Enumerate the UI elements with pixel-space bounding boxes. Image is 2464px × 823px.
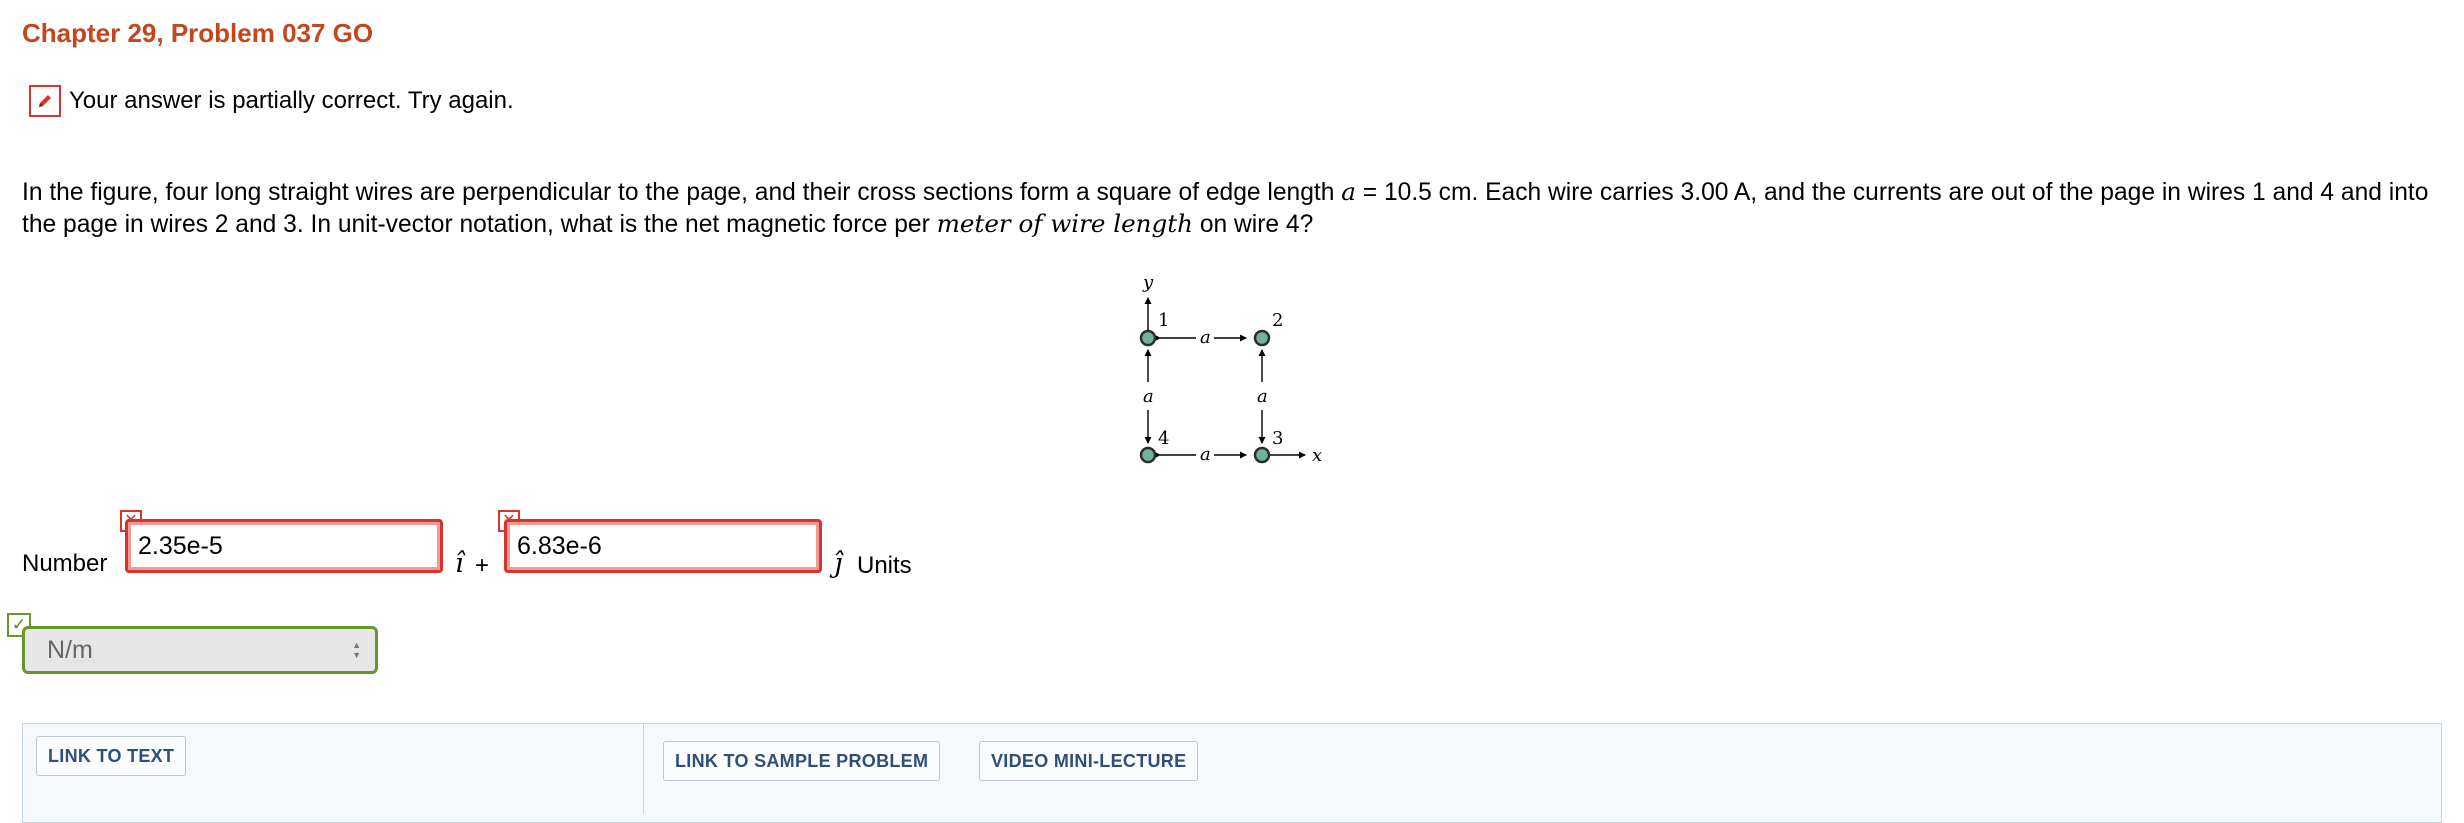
x-axis-label: x [1312,445,1322,466]
edge-length-variable: a [1341,177,1356,206]
answer-i-component-input[interactable] [125,519,443,573]
problem-emphasis: meter of wire length [936,209,1193,238]
edge-label-left: a [1143,386,1154,407]
resources-panel [22,723,2442,823]
y-axis-label: y [1142,272,1154,293]
j-hat-symbol: ĵ [834,548,843,579]
page-title: Chapter 29, Problem 037 GO [22,18,374,48]
link-to-text-button[interactable]: LINK TO TEXT [36,736,187,776]
problem-text-part-1: In the figure, four long straight wires … [22,179,1342,206]
wire-1-marker [1139,329,1157,347]
select-arrows-icon: ▲ ▼ [352,640,361,660]
wire-square-figure: y x a a a a 1 2 3 4 [1139,272,1322,466]
wire-label-3: 3 [1272,428,1283,449]
wire-label-1: 1 [1158,310,1169,331]
wire-4-marker [1139,446,1157,464]
panel-divider [643,723,644,813]
problem-text-part-3: on wire 4? [1192,211,1314,238]
number-label: Number [22,550,108,577]
answer-j-component-input[interactable] [504,519,822,573]
wire-3-marker [1253,446,1271,464]
edge-label-right: a [1257,386,1268,407]
plus-sign: + [475,552,490,579]
problem-statement: In the figure, four long straight wires … [22,176,2442,240]
wire-label-2: 2 [1272,310,1283,331]
edge-label-bottom: a [1200,444,1211,465]
pencil-icon [29,85,61,117]
wire-2-marker [1253,329,1271,347]
feedback-text: Your answer is partially correct. Try ag… [69,87,514,114]
units-label: Units [857,552,912,579]
edge-label-top: a [1200,327,1211,348]
i-hat-symbol: î [455,548,464,579]
units-select[interactable]: N/m ▲ ▼ [22,626,378,674]
wire-label-4: 4 [1158,428,1169,449]
video-mini-lecture-button[interactable]: VIDEO MINI-LECTURE [979,741,1199,781]
units-selected-value: N/m [47,635,93,664]
link-to-sample-problem-button[interactable]: LINK TO SAMPLE PROBLEM [663,741,941,781]
feedback-message: Your answer is partially correct. Try ag… [29,83,514,119]
